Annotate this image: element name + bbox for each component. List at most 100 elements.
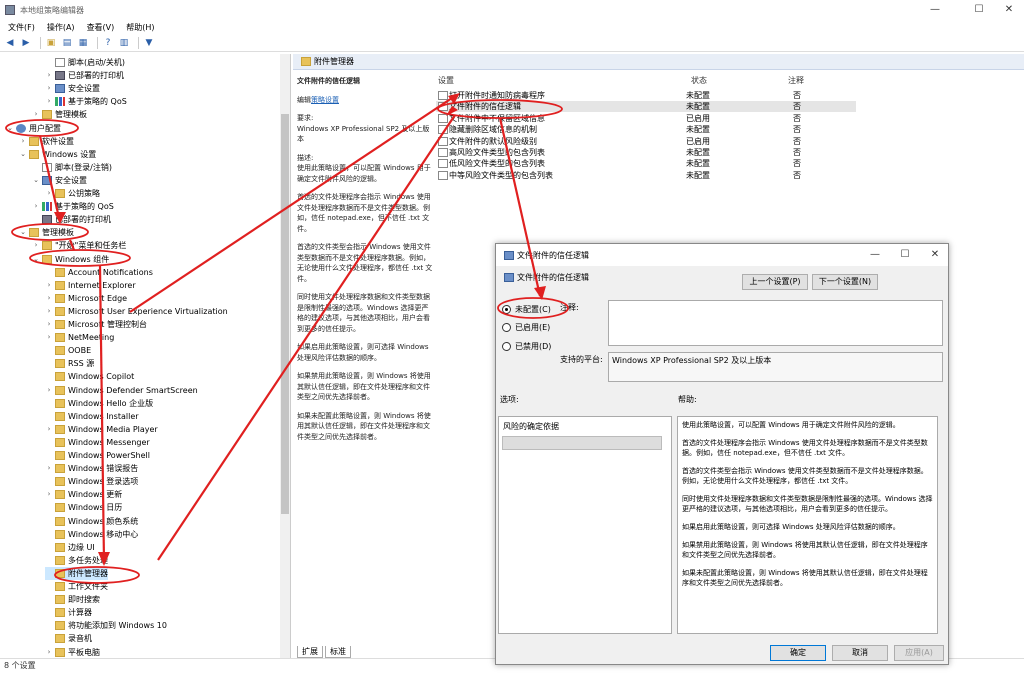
setting-row[interactable]: 文件附件中不保留区域信息 已启用 否 <box>436 113 856 124</box>
menu-action[interactable]: 操作(A) <box>47 22 75 33</box>
tree-item[interactable]: › 平板电脑 <box>45 646 100 659</box>
tree-item[interactable]: › 基于策略的 QoS <box>32 200 114 213</box>
tree-item[interactable]: › 基于策略的 QoS <box>45 95 127 108</box>
previous-setting-button[interactable]: 上一个设置(P) <box>742 274 808 290</box>
setting-row[interactable]: 文件附件的默认风险级别 已启用 否 <box>436 136 856 147</box>
expand-icon[interactable]: › <box>32 200 40 213</box>
tree-item[interactable]: › 已部署的打印机 <box>45 69 124 82</box>
tree-item[interactable]: › Internet Explorer <box>45 279 136 292</box>
expand-icon[interactable]: › <box>45 646 53 659</box>
tree-scrollbar-thumb[interactable] <box>281 114 289 514</box>
next-setting-button[interactable]: 下一个设置(N) <box>812 274 878 290</box>
tree-item[interactable]: › Microsoft 管理控制台 <box>45 318 147 331</box>
tree-item[interactable]: Windows Installer <box>45 410 139 423</box>
expand-icon[interactable]: › <box>45 187 53 200</box>
dialog-close-button[interactable]: ✕ <box>920 244 950 266</box>
tree-item[interactable]: 边缘 UI <box>45 541 95 554</box>
tree-item[interactable]: ⌄ Windows 设置 <box>19 148 96 161</box>
tree-item[interactable]: › Windows Media Player <box>45 423 158 436</box>
tree-item[interactable]: 脚本(登录/注销) <box>32 161 112 174</box>
tree-item[interactable]: Windows 颜色系统 <box>45 515 138 528</box>
expand-icon[interactable]: › <box>45 279 53 292</box>
setting-row[interactable]: 打开附件时通知防病毒程序 未配置 否 <box>436 90 856 101</box>
tree-item[interactable]: 多任务处理 <box>45 554 108 567</box>
radio-dot[interactable] <box>502 323 511 332</box>
collapse-icon[interactable]: ⌄ <box>19 226 27 239</box>
collapse-icon[interactable]: ⌄ <box>32 253 40 266</box>
menu-help[interactable]: 帮助(H) <box>126 22 154 33</box>
tree-item[interactable]: ⌄ 安全设置 <box>32 174 87 187</box>
expand-icon[interactable]: › <box>45 423 53 436</box>
tree-item[interactable]: Windows 登录选项 <box>45 475 138 488</box>
tree-item[interactable]: › Windows 错误报告 <box>45 462 138 475</box>
expand-icon[interactable]: › <box>45 384 53 397</box>
edit-policy-link[interactable]: 策略设置 <box>311 96 339 104</box>
apply-button[interactable]: 应用(A) <box>894 645 944 661</box>
tree-item[interactable]: Windows PowerShell <box>45 449 150 462</box>
tree-item[interactable]: ⌄ Windows 组件 <box>32 253 109 266</box>
tree-item[interactable]: 已部署的打印机 <box>32 213 111 226</box>
minimize-button[interactable]: — <box>920 0 950 20</box>
tree-item[interactable]: › "开始"菜单和任务栏 <box>32 239 126 252</box>
tree-item[interactable]: 工作文件夹 <box>45 580 108 593</box>
radio-dot[interactable] <box>502 342 511 351</box>
tree-item[interactable]: RSS 源 <box>45 357 94 370</box>
tree-item[interactable]: Windows 日历 <box>45 501 122 514</box>
expand-icon[interactable]: › <box>45 331 53 344</box>
up-folder-icon[interactable]: ▣ <box>45 37 57 49</box>
export-list-icon[interactable]: ▦ <box>77 37 89 49</box>
cancel-button[interactable]: 取消 <box>832 645 888 661</box>
column-setting[interactable]: 设置 <box>438 74 454 88</box>
show-tree-icon[interactable]: ▤ <box>61 37 73 49</box>
expand-icon[interactable]: › <box>32 108 40 121</box>
maximize-button[interactable]: ☐ <box>964 0 994 20</box>
expand-icon[interactable]: › <box>45 488 53 501</box>
risk-basis-dropdown[interactable] <box>502 436 662 450</box>
dialog-minimize-button[interactable]: — <box>860 244 890 266</box>
tree-item[interactable]: 附件管理器 <box>45 566 108 580</box>
expand-icon[interactable]: › <box>45 318 53 331</box>
setting-row[interactable]: 中等风险文件类型的包含列表 未配置 否 <box>436 170 856 181</box>
tree-item[interactable]: › Microsoft Edge <box>45 292 127 305</box>
menu-file[interactable]: 文件(F) <box>8 22 35 33</box>
tree-item[interactable]: 计算器 <box>45 606 92 619</box>
dialog-maximize-button[interactable]: ☐ <box>890 244 920 266</box>
radio-dot[interactable] <box>502 305 511 314</box>
expand-icon[interactable]: › <box>45 69 53 82</box>
comment-textarea[interactable] <box>608 300 943 346</box>
radio-not-configured[interactable]: 未配置(C) <box>502 304 551 315</box>
properties-icon[interactable]: ▥ <box>118 37 130 49</box>
collapse-icon[interactable]: ⌄ <box>32 174 40 187</box>
tree-item[interactable]: › 管理模板 <box>32 108 87 121</box>
expand-icon[interactable]: › <box>19 135 27 148</box>
expand-icon[interactable]: › <box>45 305 53 318</box>
tree-item[interactable]: Windows Hello 企业版 <box>45 397 153 410</box>
tab-standard[interactable]: 标准 <box>325 646 351 658</box>
tree-item[interactable]: › 软件设置 <box>19 135 74 148</box>
filter-icon[interactable]: ▼ <box>143 37 155 49</box>
tree-item[interactable]: 即时搜索 <box>45 593 100 606</box>
tree-item[interactable]: Windows Copilot <box>45 370 134 383</box>
tree-item[interactable]: › Microsoft User Experience Virtualizatio… <box>45 305 228 318</box>
tree-item[interactable]: › 安全设置 <box>45 82 100 95</box>
tree-item[interactable]: › Windows Defender SmartScreen <box>45 384 198 397</box>
setting-row[interactable]: 高风险文件类型的包含列表 未配置 否 <box>436 147 856 158</box>
back-icon[interactable]: ◀ <box>4 37 16 49</box>
column-comment[interactable]: 注释 <box>788 74 804 88</box>
expand-icon[interactable]: › <box>45 462 53 475</box>
setting-row[interactable]: 低风险文件类型的包含列表 未配置 否 <box>436 158 856 169</box>
tree-item[interactable]: › Windows 更新 <box>45 488 122 501</box>
radio-enabled[interactable]: 已启用(E) <box>502 322 550 333</box>
tree-item[interactable]: ⌄ 用户配置 <box>6 122 61 135</box>
setting-row[interactable]: 文件附件的信任逻辑 未配置 否 <box>436 101 856 113</box>
tree-item[interactable]: 将功能添加到 Windows 10 <box>45 619 167 632</box>
tree-item[interactable]: OOBE <box>45 344 91 357</box>
tree-item[interactable]: Windows 移动中心 <box>45 528 138 541</box>
collapse-icon[interactable]: ⌄ <box>6 122 14 135</box>
expand-icon[interactable]: › <box>32 239 40 252</box>
tree-item[interactable]: 录音机 <box>45 632 92 645</box>
expand-icon[interactable]: › <box>45 82 53 95</box>
help-icon[interactable]: ? <box>102 37 114 49</box>
tree-item[interactable]: ⌄ 管理模板 <box>19 226 74 239</box>
column-state[interactable]: 状态 <box>691 74 707 88</box>
